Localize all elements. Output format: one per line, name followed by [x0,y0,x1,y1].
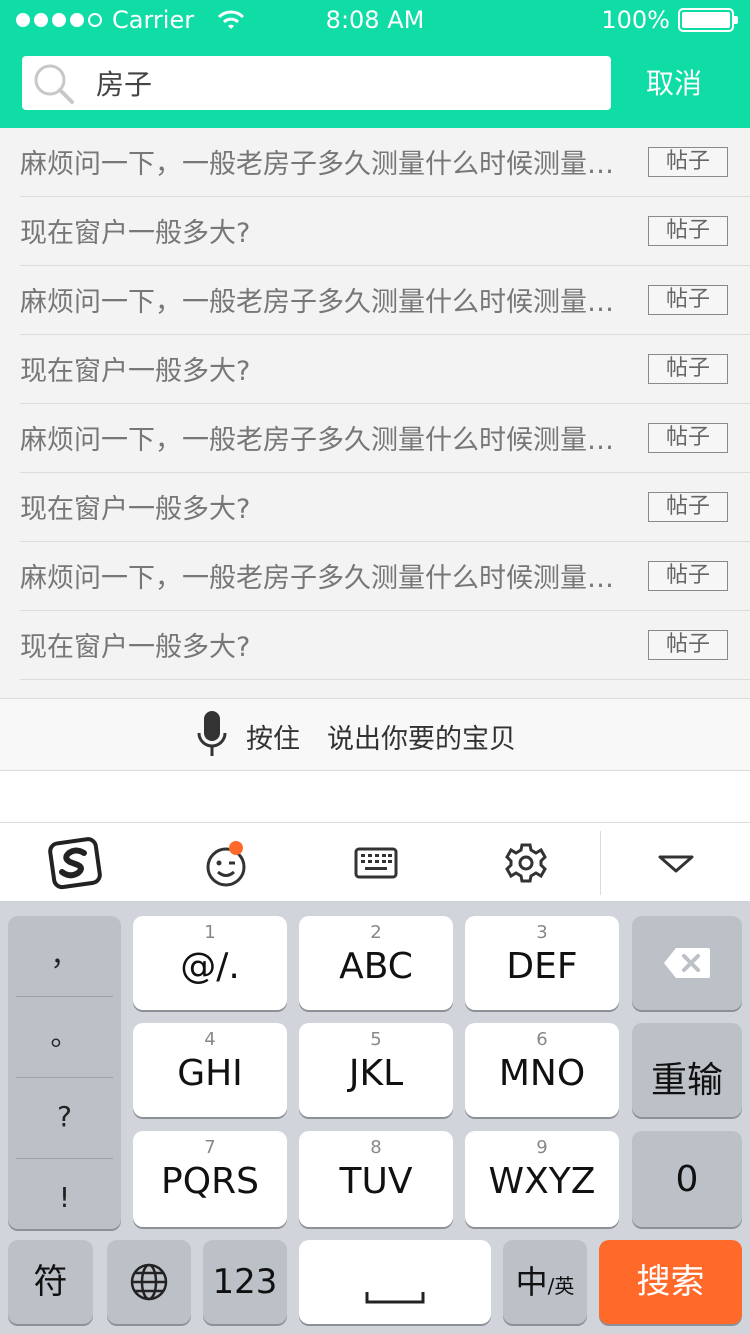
status-bar: Carrier 8:08 AM 100% [0,0,750,40]
suggestion-text: 麻烦问一下，一般老房子多久测量什么时候测量… [20,425,614,456]
lang-sub-label: /英 [547,1274,575,1298]
search-box[interactable] [22,56,611,110]
list-item[interactable]: 麻烦问一下，一般老房子多久测量什么时候测量… 帖子 [20,542,750,611]
suggestion-text: 现在窗户一般多大? [20,356,251,387]
post-tag: 帖子 [648,630,728,660]
keyboard: ， 。 ? ! 1 @/. 2 ABC 3 DEF 4 GHI 5 JKL 6 … [0,902,750,1334]
candidate-area [0,771,750,822]
backspace-icon [664,948,710,978]
key-letters: TUV [339,1161,413,1202]
suggestion-text: 麻烦问一下，一般老房子多久测量什么时候测量… [20,149,614,180]
cancel-button[interactable]: 取消 [634,64,714,104]
voice-input-label: 按住 说出你要的宝贝 [246,724,516,755]
status-right: 100% [601,6,738,34]
collapse-keyboard-icon[interactable] [648,835,704,891]
key-number: 6 [536,1029,548,1050]
toolbar-divider [600,831,601,895]
space-key[interactable] [299,1240,491,1324]
list-item[interactable]: 现在窗户一般多大? 帖子 [20,197,750,266]
key-letters: WXYZ [488,1161,596,1202]
sogou-logo-icon[interactable] [48,835,104,891]
search-icon [34,64,74,104]
key-number: 7 [204,1137,216,1158]
post-tag: 帖子 [648,216,728,246]
key-1[interactable]: 1 @/. [133,916,287,1010]
numbers-key[interactable]: 123 [203,1240,287,1324]
emoji-icon[interactable] [198,835,254,891]
zero-key[interactable]: 0 [632,1131,742,1227]
symbols-key[interactable]: 符 [8,1240,93,1324]
post-tag: 帖子 [648,354,728,384]
backspace-key[interactable] [632,916,742,1010]
search-input[interactable] [96,62,596,104]
reenter-key[interactable]: 重输 [632,1023,742,1117]
list-item[interactable]: 麻烦问一下，一般老房子多久测量什么时候测量… 帖子 [20,266,750,335]
key-letters: @/. [180,946,240,987]
key-2[interactable]: 2 ABC [299,916,453,1010]
battery-icon [678,8,738,32]
key-letters: MNO [498,1053,586,1094]
suggestion-text: 麻烦问一下，一般老房子多久测量什么时候测量… [20,563,614,594]
key-number: 8 [370,1137,382,1158]
reenter-label: 重输 [650,1060,723,1101]
post-tag: 帖子 [648,423,728,453]
zero-label: 0 [675,1159,699,1200]
key-letters: GHI [177,1053,243,1094]
key-number: 3 [536,922,548,943]
key-number: 2 [370,922,382,943]
search-key[interactable]: 搜索 [599,1240,742,1324]
post-tag: 帖子 [648,492,728,522]
key-number: 5 [370,1029,382,1050]
key-3[interactable]: 3 DEF [465,916,619,1010]
keyboard-icon[interactable] [348,835,404,891]
battery-percent: 100% [601,6,670,34]
suggestion-list: 麻烦问一下，一般老房子多久测量什么时候测量… 帖子 现在窗户一般多大? 帖子 麻… [0,128,750,680]
key-letters: PQRS [161,1161,259,1202]
key-number: 4 [204,1029,216,1050]
list-item[interactable]: 麻烦问一下，一般老房子多久测量什么时候测量… 帖子 [20,404,750,473]
globe-key[interactable] [107,1240,191,1324]
punct-question-key[interactable]: ? [8,1077,121,1157]
key-number: 9 [536,1137,548,1158]
key-4[interactable]: 4 GHI [133,1023,287,1117]
voice-input-bar[interactable]: 按住 说出你要的宝贝 [0,698,750,771]
key-number: 1 [204,922,216,943]
punct-period-key[interactable]: 。 [8,996,121,1076]
punct-exclaim-key[interactable]: ! [8,1158,121,1238]
language-switch-key[interactable]: 中/英 [503,1240,587,1324]
suggestion-text: 现在窗户一般多大? [20,218,251,249]
lang-main-label: 中 [515,1263,548,1301]
microphone-icon [197,711,227,756]
key-7[interactable]: 7 PQRS [133,1131,287,1227]
key-letters: JKL [348,1053,404,1094]
key-letters: DEF [506,946,578,987]
globe-icon [130,1263,168,1301]
list-item[interactable]: 现在窗户一般多大? 帖子 [20,611,750,680]
key-6[interactable]: 6 MNO [465,1023,619,1117]
suggestion-text: 现在窗户一般多大? [20,494,251,525]
space-icon [365,1292,425,1304]
list-item[interactable]: 麻烦问一下，一般老房子多久测量什么时候测量… 帖子 [20,128,750,197]
post-tag: 帖子 [648,147,728,177]
punctuation-column: ， 。 ? ! [8,916,121,1229]
list-item[interactable]: 现在窗户一般多大? 帖子 [20,473,750,542]
settings-gear-icon[interactable] [498,835,554,891]
suggestion-text: 麻烦问一下，一般老房子多久测量什么时候测量… [20,287,614,318]
key-9[interactable]: 9 WXYZ [465,1131,619,1227]
key-8[interactable]: 8 TUV [299,1131,453,1227]
header-bar: Carrier 8:08 AM 100% 取消 [0,0,750,128]
key-letters: ABC [339,946,413,987]
key-5[interactable]: 5 JKL [299,1023,453,1117]
list-item[interactable]: 现在窗户一般多大? 帖子 [20,335,750,404]
post-tag: 帖子 [648,561,728,591]
suggestion-text: 现在窗户一般多大? [20,632,251,663]
punct-comma-key[interactable]: ， [8,916,121,996]
post-tag: 帖子 [648,285,728,315]
keyboard-toolbar [0,822,750,902]
